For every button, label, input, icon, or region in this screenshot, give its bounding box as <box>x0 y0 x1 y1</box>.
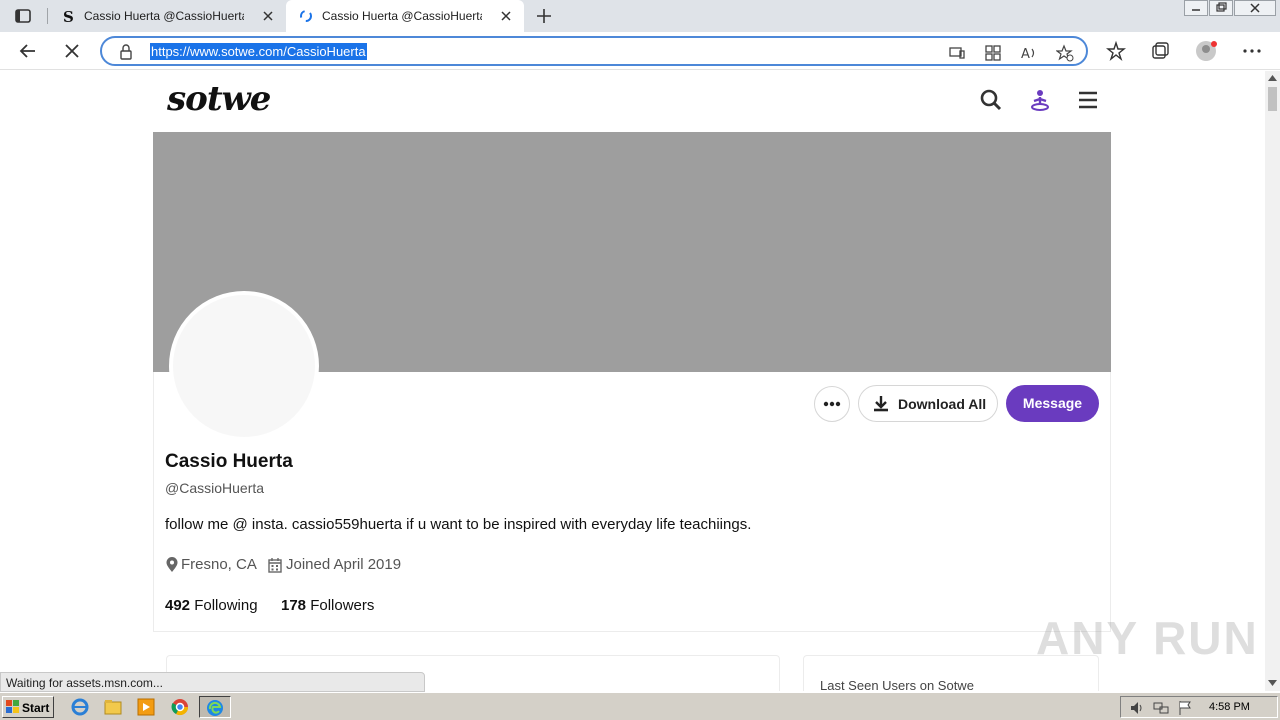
profile-avatar-icon[interactable] <box>1194 39 1218 63</box>
followers-count-link[interactable]: 178 Followers <box>281 597 374 614</box>
collections-icon[interactable] <box>1148 39 1172 63</box>
internet-explorer-icon[interactable] <box>71 698 89 716</box>
lock-icon[interactable] <box>118 43 134 61</box>
add-favorite-icon[interactable] <box>1056 44 1074 62</box>
tab-title: Cassio Huerta @CassioHuerta - T <box>322 9 482 23</box>
extensions-grid-icon[interactable] <box>984 44 1002 62</box>
following-count-link[interactable]: 492 Following <box>165 597 258 614</box>
network-icon[interactable] <box>1153 700 1169 716</box>
tab-cassio-2-active[interactable]: Cassio Huerta @CassioHuerta - T <box>286 0 524 32</box>
web-page: sotwe Download All Message Cassio Huerta… <box>0 71 1265 691</box>
minimize-button[interactable] <box>1184 0 1208 16</box>
site-header: sotwe <box>153 71 1111 131</box>
message-button[interactable]: Message <box>1006 385 1099 422</box>
system-tray: 4:58 PM <box>1120 696 1278 718</box>
scroll-thumb[interactable] <box>1268 87 1277 111</box>
profile-avatar <box>169 291 319 441</box>
start-button[interactable]: Start <box>2 696 54 718</box>
download-all-button[interactable]: Download All <box>858 385 998 422</box>
chrome-icon[interactable] <box>171 698 189 716</box>
following-label: Following <box>194 597 258 614</box>
address-bar[interactable]: https://www.sotwe.com/CassioHuerta A <box>100 36 1088 66</box>
ellipsis-icon <box>823 401 841 407</box>
tab-cassio-1[interactable]: S Cassio Huerta @CassioHuerta - T <box>48 0 286 32</box>
file-explorer-icon[interactable] <box>104 698 122 716</box>
flag-icon[interactable] <box>1177 700 1193 716</box>
volume-icon[interactable] <box>1129 700 1145 716</box>
location-pin-icon <box>166 557 178 572</box>
close-window-icon <box>1250 3 1260 13</box>
scroll-up-icon[interactable] <box>1268 74 1277 82</box>
back-arrow-icon[interactable] <box>16 39 40 63</box>
followers-label: Followers <box>310 597 375 614</box>
stop-loading-icon[interactable] <box>60 39 84 63</box>
tab-actions-icon[interactable] <box>14 7 32 25</box>
more-options-button[interactable] <box>814 386 850 422</box>
browser-toolbar: https://www.sotwe.com/CassioHuerta A <box>0 32 1280 70</box>
app-available-icon[interactable] <box>948 44 966 62</box>
start-label: Start <box>22 701 50 715</box>
minimize-icon <box>1192 9 1200 11</box>
url-text[interactable]: https://www.sotwe.com/CassioHuerta <box>150 43 367 60</box>
windows-taskbar: Start 4:58 PM <box>0 692 1280 720</box>
hamburger-menu-icon[interactable] <box>1076 88 1100 112</box>
profile-location: Fresno, CA <box>181 556 257 573</box>
sotwe-favicon-icon: S <box>63 8 74 24</box>
more-menu-icon[interactable] <box>1240 39 1264 63</box>
screen: S Cassio Huerta @CassioHuerta - T Cassio… <box>0 0 1280 720</box>
following-count: 492 <box>165 597 191 614</box>
vertical-scrollbar[interactable] <box>1265 71 1280 691</box>
taskbar-clock: 4:58 PM <box>1209 701 1250 713</box>
profile-bio: follow me @ insta. cassio559huerta if u … <box>165 516 752 533</box>
status-bar: Waiting for assets.msn.com... <box>0 672 425 692</box>
close-tab-icon[interactable] <box>498 8 514 24</box>
edge-icon <box>207 700 223 716</box>
meditation-user-icon[interactable] <box>1028 88 1052 112</box>
restore-button[interactable] <box>1209 0 1233 16</box>
profile-name: Cassio Huerta <box>165 451 293 472</box>
scroll-down-icon[interactable] <box>1268 679 1277 687</box>
close-tab-icon[interactable] <box>260 8 276 24</box>
download-all-label: Download All <box>898 396 987 412</box>
sotwe-logo[interactable]: sotwe <box>167 79 271 119</box>
anyrun-watermark: ANY RUN <box>1036 612 1259 664</box>
calendar-icon <box>268 558 282 573</box>
svg-text:S: S <box>63 8 74 24</box>
windows-logo-icon <box>6 700 19 713</box>
read-aloud-icon[interactable]: A <box>1020 44 1038 62</box>
loading-spinner-icon <box>300 10 312 22</box>
profile-joined: Joined April 2019 <box>286 556 402 573</box>
search-icon[interactable] <box>979 88 1003 112</box>
download-icon <box>874 396 888 412</box>
edge-taskbar-button[interactable] <box>199 696 231 718</box>
svg-text:A: A <box>1021 47 1030 62</box>
profile-handle: @CassioHuerta <box>165 480 265 496</box>
restore-icon <box>1216 2 1227 12</box>
close-window-button[interactable] <box>1234 0 1276 16</box>
followers-count: 178 <box>281 597 307 614</box>
media-player-icon[interactable] <box>137 698 155 716</box>
new-tab-icon[interactable] <box>534 6 554 26</box>
last-seen-title: Last Seen Users on Sotwe <box>820 678 974 691</box>
favorites-icon[interactable] <box>1104 39 1128 63</box>
tab-title: Cassio Huerta @CassioHuerta - T <box>84 9 244 23</box>
tab-strip: S Cassio Huerta @CassioHuerta - T Cassio… <box>0 0 1280 32</box>
